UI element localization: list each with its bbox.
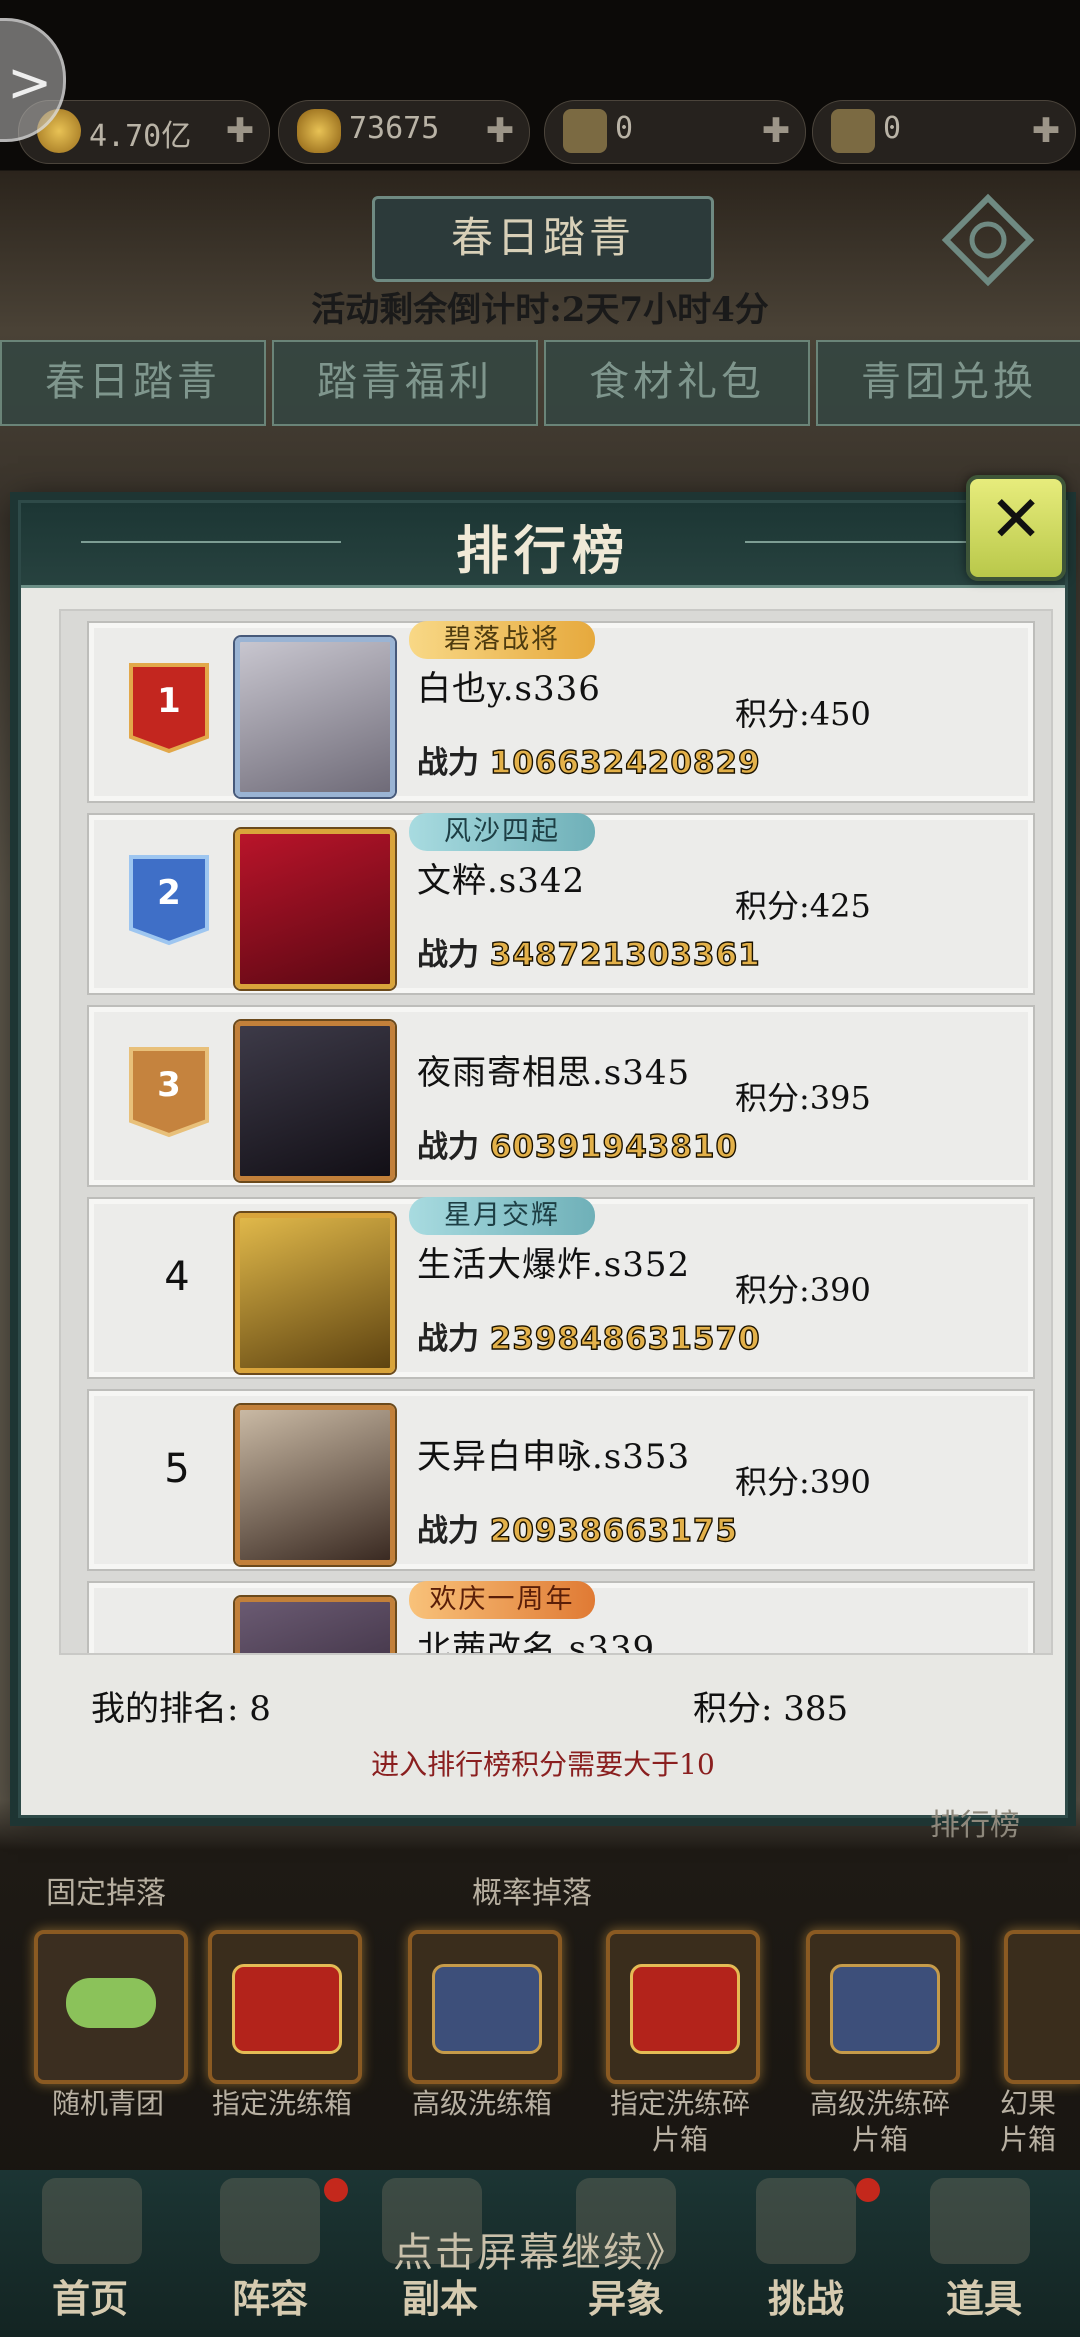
leaderboard-modal: 排行榜 1 碧落战将 白也y.s336 战力 106632420829 积分:4… [18, 500, 1068, 1818]
ranking-row: 欢庆一周年 北茜改名.s339 [87, 1581, 1035, 1655]
resource-bar: 4.70亿 ✚ 73675 ✚ 0 ✚ 0 ✚ [0, 100, 1080, 166]
resource-ingots: 73675 ✚ [278, 100, 530, 164]
ranking-row: 2 风沙四起 文粹.s342 战力 348721303361 积分:425 [87, 813, 1035, 995]
drop-item[interactable] [806, 1930, 960, 2084]
notification-dot [856, 2178, 880, 2202]
add-coins-button[interactable]: ✚ [221, 113, 259, 151]
avatar[interactable] [235, 1021, 395, 1181]
player-power: 战力 106632420829 [417, 744, 761, 781]
add-item-b-button[interactable]: ✚ [1027, 113, 1065, 151]
player-score: 积分:390 [735, 1463, 871, 1501]
drop-name: 指定洗练碎 片箱 [609, 2087, 750, 2156]
avatar[interactable] [235, 1405, 395, 1565]
modal-header: 排行榜 [21, 503, 1065, 588]
nav-challenge[interactable]: 挑战 [746, 2268, 866, 2323]
gold-ingot-icon [297, 109, 341, 153]
player-score: 积分:395 [735, 1079, 871, 1117]
rank-number: 4 [164, 1254, 190, 1300]
tea-bag-icon [831, 109, 875, 153]
player-score: 积分:450 [735, 695, 871, 733]
my-rank: 我的排名: 8 [91, 1689, 271, 1729]
player-name: 文粹.s342 [417, 861, 586, 901]
nav-dungeon[interactable]: 副本 [380, 2268, 500, 2323]
title-badge: 碧落战将 [409, 621, 595, 659]
resource-item-a: 0 ✚ [544, 100, 806, 164]
notification-dot [324, 2178, 348, 2202]
event-emblem-icon [941, 193, 1035, 287]
avatar[interactable] [235, 1597, 395, 1653]
nav-items[interactable]: 道具 [924, 2268, 1044, 2323]
title-badge: 风沙四起 [409, 813, 595, 851]
random-drop-label: 概率掉落 [472, 1876, 592, 1911]
leaderboard-link-behind[interactable]: 排行榜 [930, 1800, 1020, 1844]
modal-title: 排行榜 [455, 521, 630, 582]
player-score: 积分:390 [735, 1271, 871, 1309]
tab-spring-outing[interactable]: 春日踏青 [0, 340, 266, 426]
entry-requirement-note: 进入排行榜积分需要大于10 [371, 1748, 715, 1781]
avatar[interactable] [235, 829, 395, 989]
rank-banner-gold: 1 [125, 661, 213, 755]
drop-item[interactable] [1004, 1930, 1080, 2084]
drop-item[interactable] [408, 1930, 562, 2084]
player-name: 天异白申咏.s353 [417, 1437, 691, 1477]
avatar[interactable] [235, 1213, 395, 1373]
drop-name: 高级洗练碎 片箱 [809, 2087, 950, 2156]
add-item-a-button[interactable]: ✚ [757, 113, 795, 151]
drop-item[interactable] [606, 1930, 760, 2084]
player-power: 战力 60391943810 [417, 1128, 739, 1165]
tea-bag-icon [563, 109, 607, 153]
ranking-row: 1 碧落战将 白也y.s336 战力 106632420829 积分:450 [87, 621, 1035, 803]
add-ingots-button[interactable]: ✚ [481, 113, 519, 151]
avatar[interactable] [235, 637, 395, 797]
fixed-drop-label: 固定掉落 [46, 1876, 166, 1911]
player-name: 北茜改名.s339 [417, 1629, 656, 1655]
resource-item-b: 0 ✚ [812, 100, 1076, 164]
ranking-row: 3 夜雨寄相思.s345 战力 60391943810 积分:395 [87, 1005, 1035, 1187]
ranking-row: 4 星月交辉 生活大爆炸.s352 战力 239848631570 积分:390 [87, 1197, 1035, 1379]
drop-name: 指定洗练箱 [211, 2087, 352, 2120]
tab-outing-welfare[interactable]: 踏青福利 [272, 340, 538, 426]
player-score: 积分:425 [735, 887, 871, 925]
player-name: 生活大爆炸.s352 [417, 1245, 691, 1285]
player-power: 战力 348721303361 [417, 936, 761, 973]
nav-phenomenon[interactable]: 异象 [566, 2268, 686, 2323]
tap-to-continue-hint[interactable]: 点击屏幕继续》 [0, 2220, 1080, 2278]
drop-name: 随机青团 [51, 2087, 164, 2120]
tab-qingtuan-exchange[interactable]: 青团兑换 [816, 340, 1080, 426]
event-countdown: 活动剩余倒计时:2天7小时4分 [311, 290, 769, 330]
rank-number: 5 [164, 1446, 190, 1492]
close-icon: ✕ [989, 483, 1043, 557]
nav-home[interactable]: 首页 [30, 2268, 150, 2323]
title-badge: 星月交辉 [409, 1197, 595, 1235]
drop-name: 幻果 片箱 [1000, 2087, 1057, 2156]
my-score: 积分: 385 [693, 1689, 849, 1729]
player-power: 战力 239848631570 [417, 1320, 761, 1357]
drop-item[interactable] [208, 1930, 362, 2084]
tab-ingredient-pack[interactable]: 食材礼包 [544, 340, 810, 426]
player-name: 夜雨寄相思.s345 [417, 1053, 691, 1093]
event-title: 春日踏青 [372, 196, 714, 282]
ranking-list[interactable]: 1 碧落战将 白也y.s336 战力 106632420829 积分:450 2… [59, 609, 1053, 1655]
drop-item[interactable] [34, 1930, 188, 2084]
close-button[interactable]: ✕ [966, 475, 1066, 581]
title-badge: 欢庆一周年 [409, 1581, 595, 1619]
nav-lineup[interactable]: 阵容 [210, 2268, 330, 2323]
rank-banner-blue: 2 [125, 853, 213, 947]
chevron-right-icon: > [7, 51, 53, 114]
rank-banner-bronze: 3 [125, 1045, 213, 1139]
drop-name: 高级洗练箱 [411, 2087, 552, 2120]
ranking-row: 5 天异白申咏.s353 战力 20938663175 积分:390 [87, 1389, 1035, 1571]
player-name: 白也y.s336 [417, 669, 601, 709]
player-power: 战力 20938663175 [417, 1512, 739, 1549]
